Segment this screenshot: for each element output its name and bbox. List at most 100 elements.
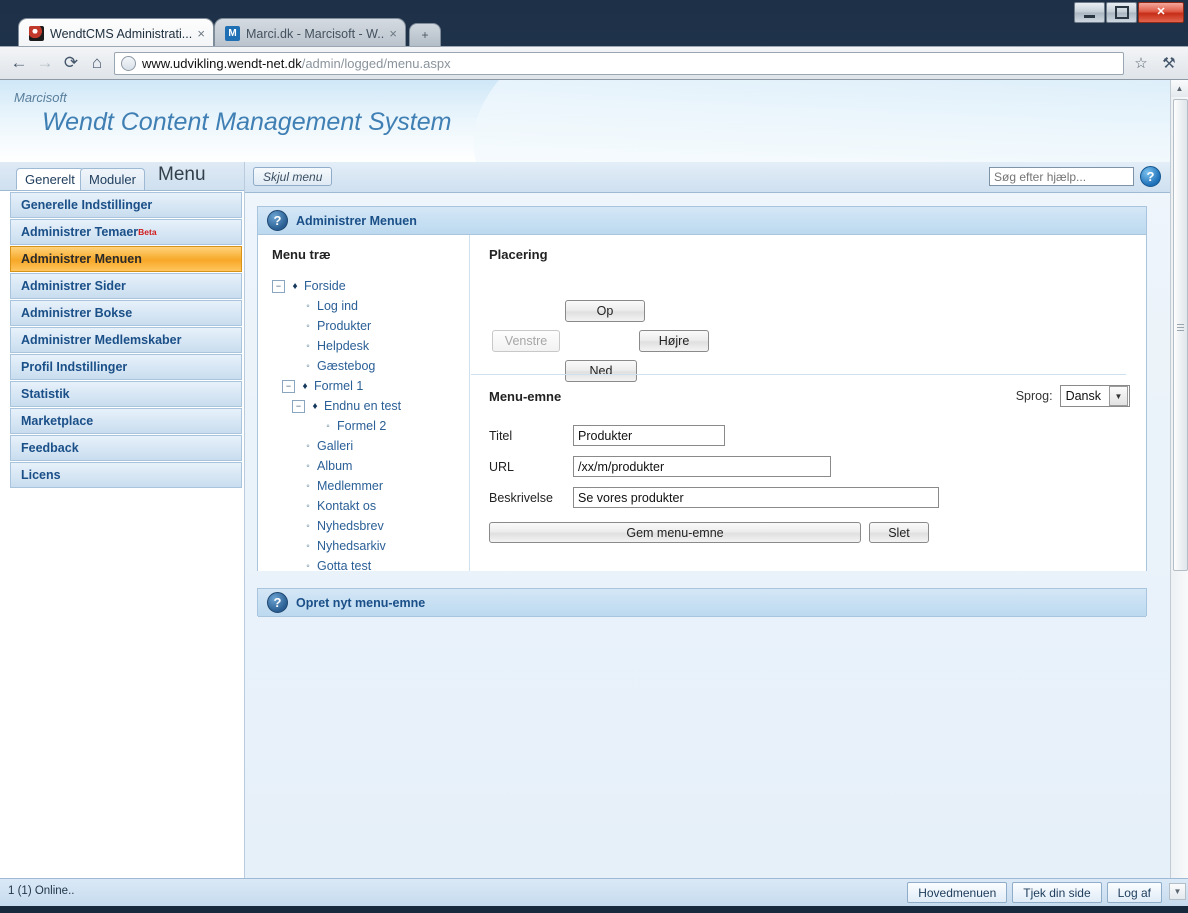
sidebar-tab-moduler[interactable]: Moduler bbox=[80, 168, 145, 190]
tree-node-album[interactable]: ◦ Album bbox=[272, 456, 469, 476]
move-right-button[interactable]: Højre bbox=[639, 330, 709, 352]
tree-node-forside[interactable]: − ♦ Forside bbox=[272, 276, 469, 296]
sidebar: Generelt Moduler Menu Generelle Indstill… bbox=[0, 162, 245, 878]
tab-close-icon[interactable]: × bbox=[389, 26, 397, 41]
sidebar-item-label: Licens bbox=[21, 468, 61, 482]
sidebar-item-administrer-bokse[interactable]: Administrer Bokse bbox=[10, 300, 242, 326]
tree-node-helpdesk[interactable]: ◦ Helpdesk bbox=[272, 336, 469, 356]
log-af-button[interactable]: Log af bbox=[1106, 882, 1162, 903]
scroll-up-icon[interactable]: ▲ bbox=[1171, 80, 1188, 97]
tree-bullet-filled-icon: ♦ bbox=[302, 380, 308, 392]
sidebar-tab-generelt[interactable]: Generelt bbox=[16, 168, 84, 190]
sidebar-item-administrer-menuen[interactable]: Administrer Menuen bbox=[10, 246, 242, 272]
tree-bullet-hollow-icon: ◦ bbox=[306, 340, 310, 352]
sidebar-item-administrer-sider[interactable]: Administrer Sider bbox=[10, 273, 242, 299]
tree-node-log-ind[interactable]: ◦ Log ind bbox=[272, 296, 469, 316]
tree-node-label: Helpdesk bbox=[317, 339, 370, 353]
content-area: Skjul menu ? ? Administrer Menuen bbox=[245, 162, 1171, 878]
site-banner: Marcisoft Wendt Content Management Syste… bbox=[0, 80, 1171, 162]
hide-menu-button[interactable]: Skjul menu bbox=[253, 167, 333, 186]
manage-menu-panel: ? Administrer Menuen Menu træ − ♦ Forsid… bbox=[257, 206, 1147, 573]
tree-node-nyhedsarkiv[interactable]: ◦ Nyhedsarkiv bbox=[272, 536, 469, 556]
url-label: URL bbox=[489, 459, 515, 474]
browser-tab-active[interactable]: WendtCMS Administrati... × bbox=[18, 18, 214, 48]
w-logo-icon bbox=[29, 26, 44, 41]
home-icon[interactable]: ⌂ bbox=[84, 50, 110, 76]
tree-toggle-icon[interactable]: − bbox=[292, 399, 305, 413]
menu-tree-column: Menu træ − ♦ Forside ◦ Log ind ◦ Produkt… bbox=[258, 235, 470, 573]
tree-node-formel-1[interactable]: − ♦ Formel 1 bbox=[272, 376, 469, 396]
sidebar-item-feedback[interactable]: Feedback bbox=[10, 435, 242, 461]
tab-strip: WendtCMS Administrati... × M Marci.dk - … bbox=[0, 18, 1188, 48]
tree-node-label: Medlemmer bbox=[317, 479, 383, 493]
beta-badge: Beta bbox=[138, 227, 157, 237]
tree-node-nyhedsbrev[interactable]: ◦ Nyhedsbrev bbox=[272, 516, 469, 536]
tree-node-medlemmer[interactable]: ◦ Medlemmer bbox=[272, 476, 469, 496]
sidebar-item-administrer-temaer[interactable]: Administrer Temaer Beta bbox=[10, 219, 242, 245]
tree-node-produkter[interactable]: ◦ Produkter bbox=[272, 316, 469, 336]
url-host: www.udvikling.wendt-net.dk bbox=[142, 55, 302, 71]
tree-node-formel-2[interactable]: ◦ Formel 2 bbox=[272, 416, 469, 436]
sidebar-heading: Menu bbox=[158, 164, 206, 185]
content-toolbar: Skjul menu ? bbox=[245, 162, 1171, 193]
sidebar-item-marketplace[interactable]: Marketplace bbox=[10, 408, 242, 434]
sidebar-nav-list: Generelle Indstillinger Administrer Tema… bbox=[10, 192, 242, 489]
sidebar-item-administrer-medlemskaber[interactable]: Administrer Medlemskaber bbox=[10, 327, 242, 353]
status-bar: 1 (1) Online.. Hovedmenuen Tjek din side… bbox=[0, 878, 1188, 906]
sidebar-item-profil-indstillinger[interactable]: Profil Indstillinger bbox=[10, 354, 242, 380]
move-up-button[interactable]: Op bbox=[565, 300, 645, 322]
help-question-icon[interactable]: ? bbox=[267, 210, 288, 231]
help-search-group: ? bbox=[989, 166, 1161, 187]
tree-node-label: Endnu en test bbox=[324, 399, 402, 413]
browser-tab-inactive[interactable]: M Marci.dk - Marcisoft - W... × bbox=[214, 18, 406, 48]
scrollbar-grip-icon bbox=[1177, 324, 1184, 331]
move-right-label: Højre bbox=[658, 334, 690, 348]
wrench-menu-icon[interactable]: ⚒ bbox=[1156, 50, 1182, 76]
url-path: /admin/logged/menu.aspx bbox=[301, 55, 451, 71]
delete-button[interactable]: Slet bbox=[869, 522, 929, 543]
move-down-label: Ned bbox=[589, 364, 613, 378]
tree-node-gaestebog[interactable]: ◦ Gæstebog bbox=[272, 356, 469, 376]
create-menu-item-panel[interactable]: ? Opret nyt menu-emne bbox=[257, 588, 1147, 617]
help-search-input[interactable] bbox=[989, 167, 1134, 186]
tree-node-kontakt-os[interactable]: ◦ Kontakt os bbox=[272, 496, 469, 516]
sidebar-item-generelle-indstillinger[interactable]: Generelle Indstillinger bbox=[10, 192, 242, 218]
address-bar[interactable]: www.udvikling.wendt-net.dk /admin/logged… bbox=[114, 51, 1124, 75]
sidebar-item-statistik[interactable]: Statistik bbox=[10, 381, 242, 407]
sidebar-item-label: Generelle Indstillinger bbox=[21, 198, 153, 212]
tree-node-label: Formel 2 bbox=[337, 419, 387, 433]
reload-icon[interactable]: ⟳ bbox=[58, 50, 84, 76]
save-menu-item-button[interactable]: Gem menu-emne bbox=[489, 522, 861, 543]
sidebar-item-licens[interactable]: Licens bbox=[10, 462, 242, 488]
new-tab-button[interactable]: + bbox=[409, 23, 441, 46]
log-af-label: Log af bbox=[1117, 885, 1151, 900]
beskrivelse-input[interactable] bbox=[573, 487, 939, 508]
tree-node-label: Forside bbox=[304, 279, 346, 293]
tjek-din-side-button[interactable]: Tjek din side bbox=[1012, 882, 1102, 903]
panel-title: Administrer Menuen bbox=[296, 213, 417, 228]
tree-node-galleri[interactable]: ◦ Galleri bbox=[272, 436, 469, 456]
help-question-icon[interactable]: ? bbox=[267, 592, 288, 613]
online-status-text: 1 (1) Online.. bbox=[8, 885, 75, 897]
titel-input[interactable] bbox=[573, 425, 725, 446]
tree-bullet-hollow-icon: ◦ bbox=[306, 300, 310, 312]
tree-node-gotta-test[interactable]: ◦ Gotta test bbox=[272, 556, 469, 576]
tree-node-endnu-en-test[interactable]: − ♦ Endnu en test bbox=[272, 396, 469, 416]
move-down-button[interactable]: Ned bbox=[565, 360, 637, 382]
language-select[interactable]: Dansk ▼ bbox=[1059, 385, 1130, 407]
page-scrollbar[interactable]: ▲ bbox=[1170, 80, 1188, 878]
chevron-down-icon[interactable]: ▼ bbox=[1109, 386, 1128, 406]
bookmark-star-icon[interactable]: ☆ bbox=[1128, 50, 1154, 76]
tree-toggle-icon[interactable]: − bbox=[272, 279, 285, 293]
back-icon[interactable]: ← bbox=[6, 50, 32, 76]
tab-close-icon[interactable]: × bbox=[197, 26, 205, 41]
tree-toggle-icon[interactable]: − bbox=[282, 379, 295, 393]
url-input[interactable] bbox=[573, 456, 831, 477]
hovedmenuen-button[interactable]: Hovedmenuen bbox=[907, 882, 1008, 903]
sidebar-item-label: Statistik bbox=[21, 387, 70, 401]
scrollbar-thumb[interactable] bbox=[1173, 99, 1188, 571]
scroll-down-icon[interactable]: ▼ bbox=[1169, 883, 1186, 900]
menu-tree: − ♦ Forside ◦ Log ind ◦ Produkter ◦ Help… bbox=[272, 276, 469, 576]
help-question-icon[interactable]: ? bbox=[1140, 166, 1161, 187]
cms-page: Marcisoft Wendt Content Management Syste… bbox=[0, 80, 1171, 878]
